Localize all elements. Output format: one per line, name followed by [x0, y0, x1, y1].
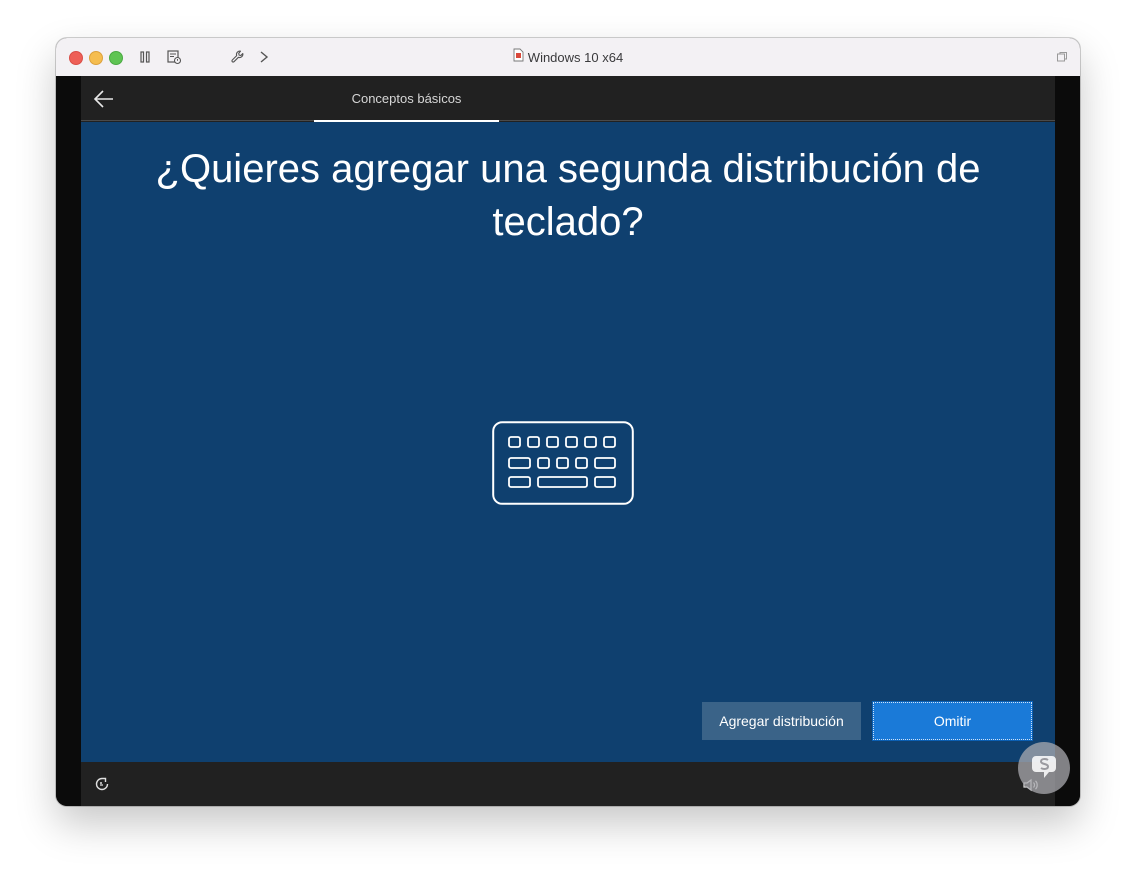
letterbox-right — [1055, 76, 1080, 806]
page-title: ¿Quieres agregar una segunda distribució… — [155, 147, 981, 244]
skip-button[interactable]: Omitir — [872, 701, 1033, 741]
back-arrow-icon[interactable] — [93, 89, 115, 109]
tab-label: Conceptos básicos — [351, 91, 462, 106]
wrench-icon[interactable] — [228, 47, 248, 67]
watermark-logo — [1018, 742, 1070, 794]
window-title: Windows 10 x64 — [527, 49, 624, 65]
ease-of-access-icon[interactable] — [93, 775, 111, 793]
vm-file-icon — [513, 48, 524, 67]
maximize-window-button[interactable] — [109, 51, 123, 65]
title-bar: Windows 10 x64 — [56, 38, 1080, 77]
fullscreen-icon[interactable] — [1052, 47, 1072, 67]
main-panel: ¿Quieres agregar una segunda distribució… — [81, 122, 1055, 762]
header-divider — [81, 120, 1055, 121]
vm-window: Windows 10 x64 Conceptos básicos ¿Quiere… — [56, 38, 1080, 806]
chevron-right-icon[interactable] — [254, 47, 274, 67]
snapshot-icon[interactable] — [164, 47, 184, 67]
close-window-button[interactable] — [69, 51, 83, 65]
add-layout-button[interactable]: Agregar distribución — [702, 702, 861, 740]
oobe-footer — [81, 762, 1055, 806]
minimize-window-button[interactable] — [89, 51, 103, 65]
guest-screen: Conceptos básicos ¿Quieres agregar una s… — [81, 76, 1055, 806]
keyboard-icon — [492, 421, 634, 505]
pause-icon[interactable] — [135, 47, 155, 67]
letterbox-left — [56, 76, 81, 806]
